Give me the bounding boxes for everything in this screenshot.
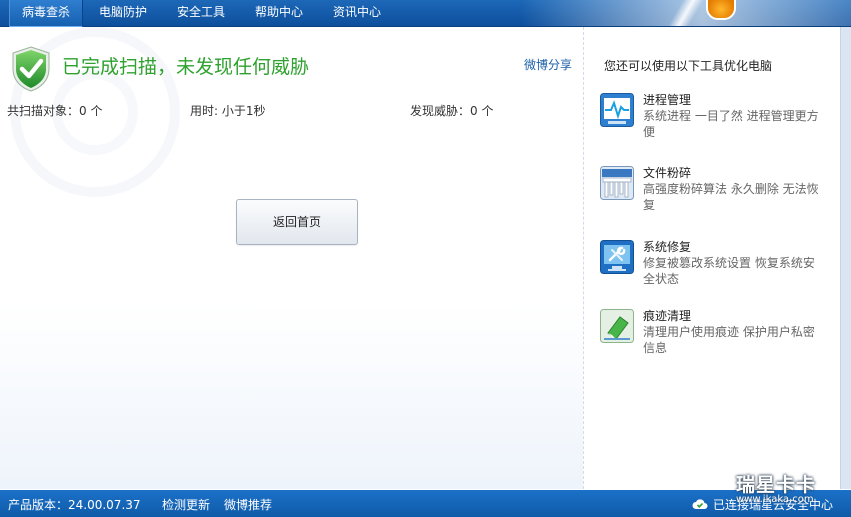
tab-pc-protection[interactable]: 电脑防护 [88,0,158,26]
tool-file-shredder[interactable]: 文件粉碎 高强度粉碎算法 永久删除 无法恢复 [600,164,825,228]
status-bar: 产品版本：24.00.07.37 检测更新 微博推荐 已连接瑞星云安全中心 [0,490,851,517]
scanned-objects-count: 共扫描对象：0 个 [7,104,103,118]
return-home-button[interactable]: 返回首页 [236,199,358,245]
cloud-connected-icon [692,499,708,509]
brand-logo-icon [706,0,736,20]
brand-logo-text [743,0,829,14]
weibo-recommend-link[interactable]: 微博推荐 [224,496,272,513]
tool-description: 系统进程 一目了然 进程管理更方便 [643,109,819,139]
scan-result-panel: 已完成扫描，未发现任何威胁 微博分享 共扫描对象：0 个 用时: 小于1秒 发现… [0,27,583,489]
watermark-text: 瑞星卡卡 [736,474,817,496]
tool-process-manager[interactable]: 进程管理 系统进程 一目了然 进程管理更方便 [600,91,825,155]
tool-system-repair[interactable]: 系统修复 修复被篡改系统设置 恢复系统安全状态 [600,238,825,302]
product-version: 产品版本：24.00.07.37 [8,498,141,512]
tool-name: 文件粉碎 [643,166,692,180]
tab-news-center[interactable]: 资讯中心 [322,0,392,26]
tab-virus-scan[interactable]: 病毒查杀 [9,0,83,28]
tool-description: 修复被篡改系统设置 恢复系统安全状态 [643,256,815,286]
top-nav-bar: 病毒查杀 电脑防护 安全工具 帮助中心 资讯中心 [0,0,851,28]
tool-name: 进程管理 [643,93,692,107]
tool-name: 痕迹清理 [643,309,692,323]
tool-name: 系统修复 [643,240,692,254]
weibo-share-link[interactable]: 微博分享 [524,56,572,73]
right-gutter [840,27,851,489]
process-monitor-icon [600,93,634,127]
watermark-url: www.ikaka.com [736,494,814,505]
check-update-link[interactable]: 检测更新 [162,496,210,513]
tool-description: 高强度粉碎算法 永久删除 无法恢复 [643,182,819,212]
eraser-icon [600,309,634,343]
system-repair-icon [600,240,634,274]
optimization-tools-panel: 您还可以使用以下工具优化电脑 进程管理 系统进程 一目了然 进程管理更方便 文件… [583,27,841,489]
scan-result-title: 已完成扫描，未发现任何威胁 [62,56,310,78]
tools-panel-title: 您还可以使用以下工具优化电脑 [604,59,773,73]
file-shredder-icon [600,166,634,200]
tool-trace-cleaner[interactable]: 痕迹清理 清理用户使用痕迹 保护用户私密信息 [600,307,825,371]
tab-help-center[interactable]: 帮助中心 [244,0,314,26]
shield-check-icon [12,46,50,92]
tab-security-tools[interactable]: 安全工具 [166,0,236,26]
tool-description: 清理用户使用痕迹 保护用户私密信息 [643,325,815,355]
scan-duration: 用时: 小于1秒 [190,104,266,118]
threats-found-count: 发现威胁：0 个 [410,104,494,118]
